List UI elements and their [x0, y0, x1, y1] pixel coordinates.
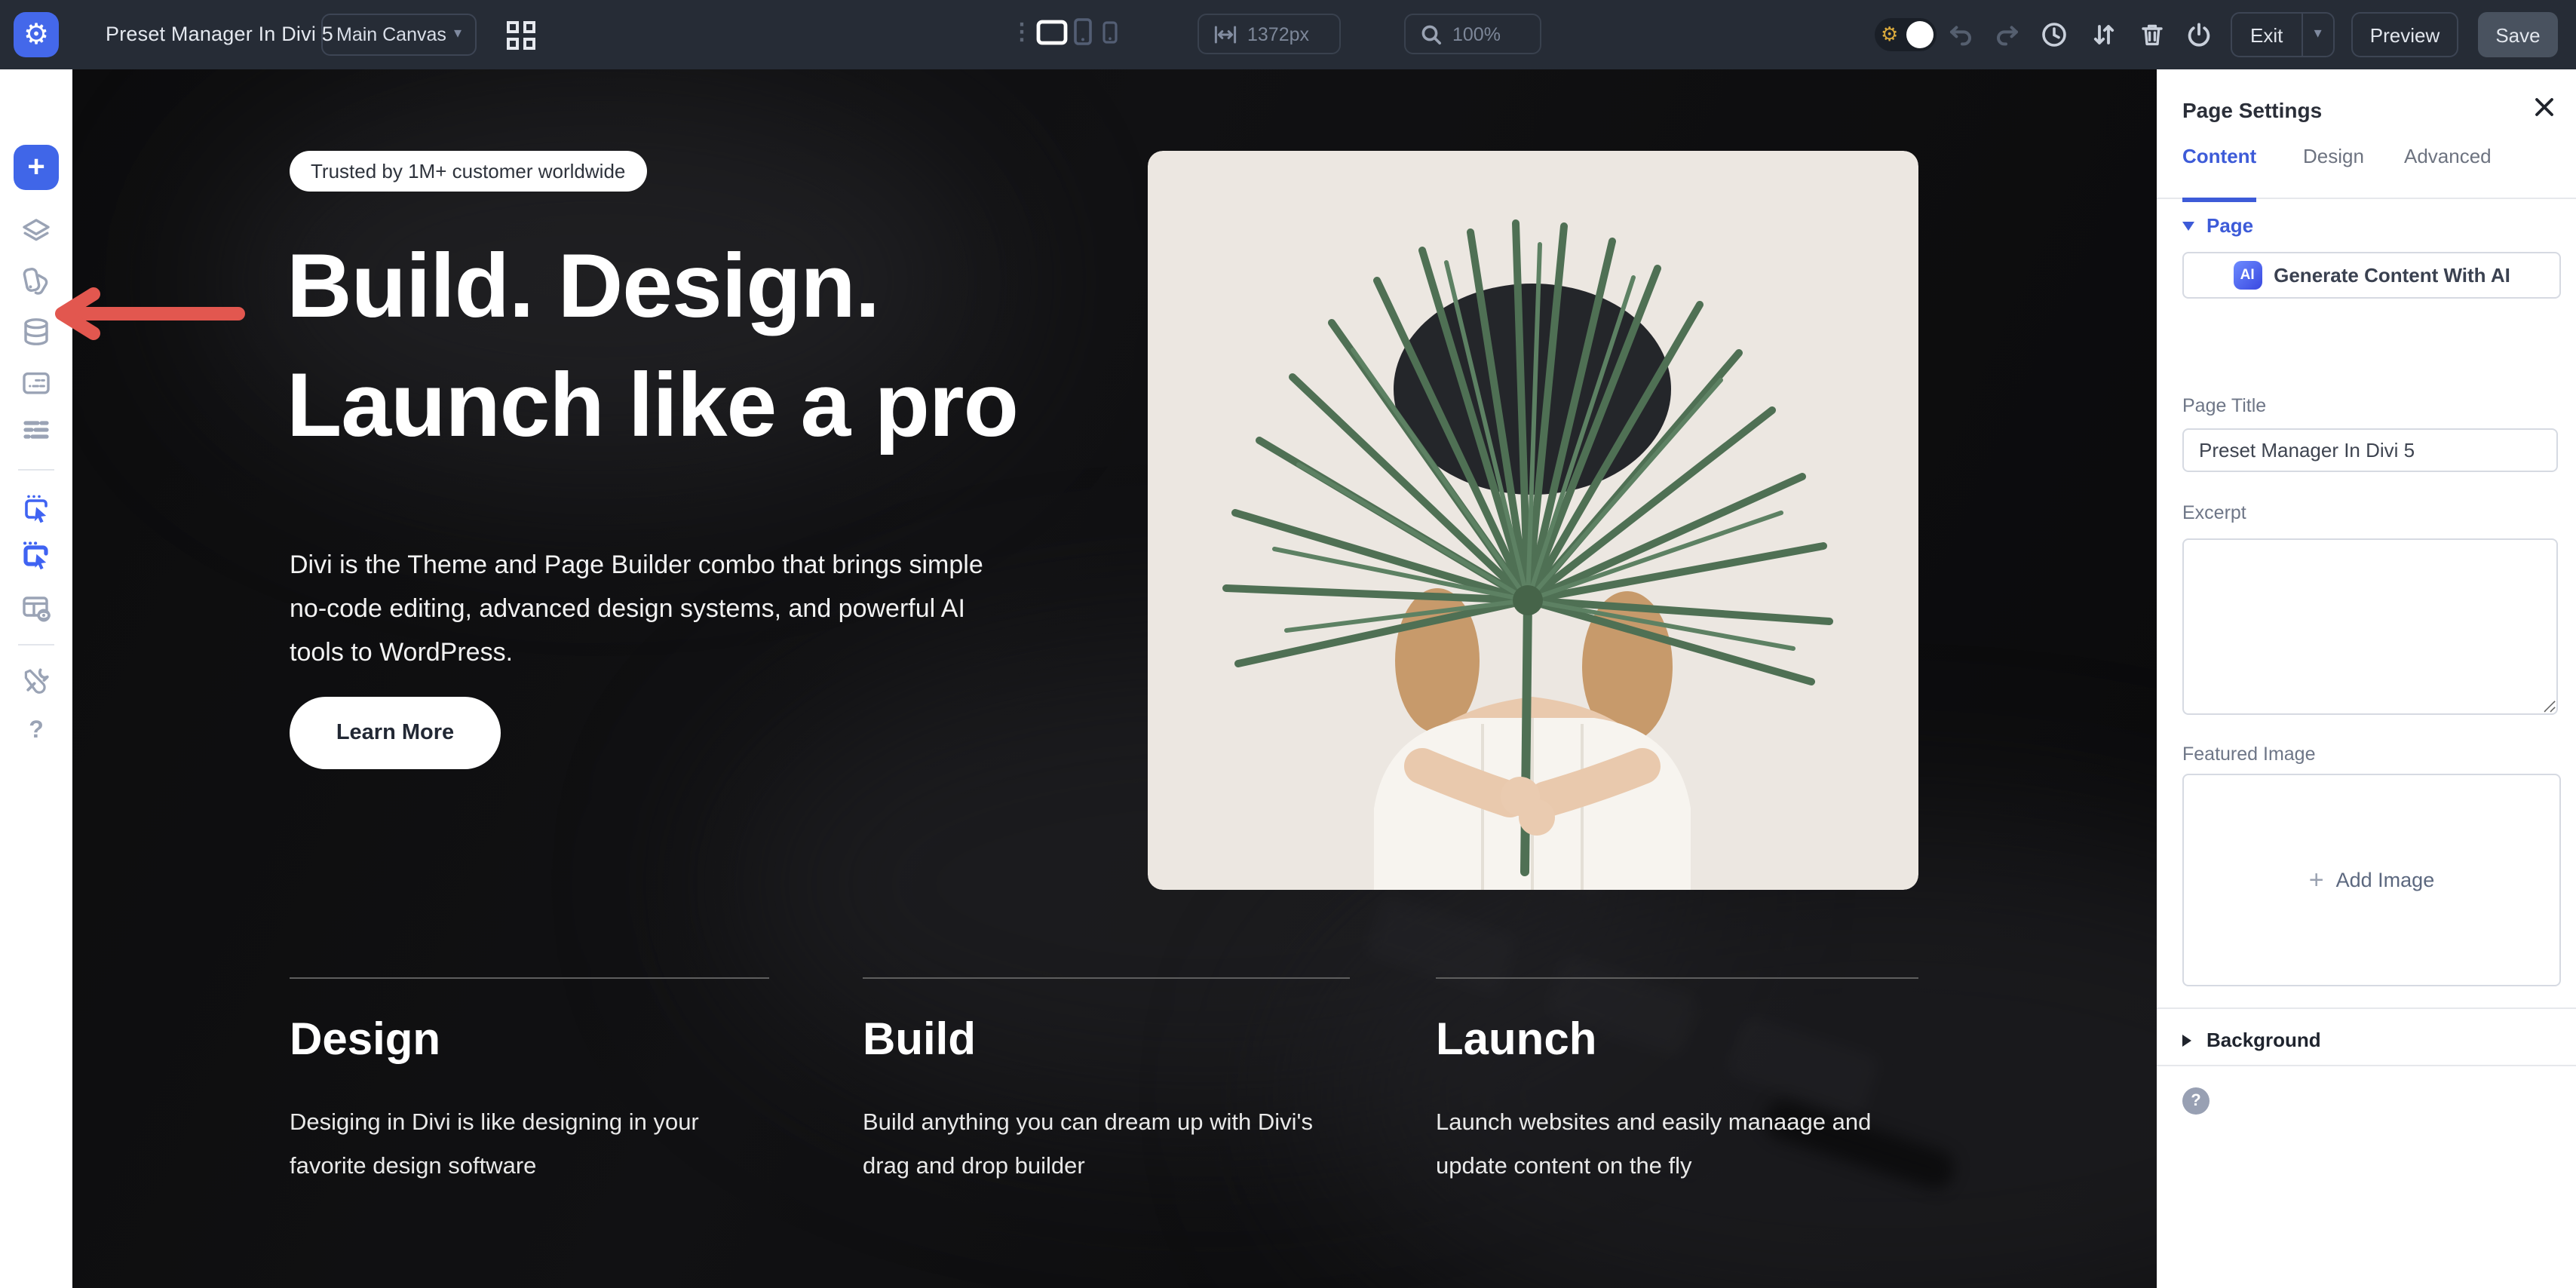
tablet-view-button[interactable] — [1074, 18, 1092, 45]
learn-more-button[interactable]: Learn More — [290, 697, 501, 769]
page-title-label: Page Title — [2182, 395, 2266, 416]
power-icon[interactable] — [2185, 21, 2213, 48]
panel-help-icon[interactable]: ? — [2182, 1087, 2210, 1115]
triangle-right-icon — [2182, 1034, 2191, 1046]
canvas-selector-value: Main Canvas — [336, 24, 446, 45]
page-settings-panel: Page Settings Content Design Advanced Pa… — [2157, 69, 2576, 1288]
exit-button[interactable]: Exit ▾ — [2231, 12, 2335, 57]
canvas-selector-dropdown[interactable]: Main Canvas ▾ — [321, 14, 477, 56]
zoom-level-input[interactable]: 100% — [1404, 14, 1541, 54]
magnifier-icon — [1421, 23, 1442, 44]
page-section-label: Page — [2206, 214, 2253, 237]
divi-builder-app: ⚙ Preset Manager In Divi 5 Main Canvas ▾… — [0, 0, 2576, 1288]
generate-content-ai-button[interactable]: AI Generate Content With AI — [2182, 252, 2561, 299]
gear-icon: ⚙ — [23, 20, 49, 49]
canvas-width-input[interactable]: 1372px — [1198, 14, 1341, 54]
feature-column: Build Build anything you can dream up wi… — [863, 977, 1350, 1189]
column-text: Build anything you can dream up with Div… — [863, 1102, 1350, 1189]
add-module-button[interactable]: + — [14, 145, 59, 190]
click-mode-icon[interactable] — [20, 492, 53, 525]
left-toolbar: + — [0, 69, 72, 1288]
exit-options-caret[interactable]: ▾ — [2301, 14, 2333, 56]
wireframe-rows-icon[interactable] — [20, 413, 53, 446]
page-title-input[interactable] — [2182, 428, 2558, 472]
panel-divider — [2157, 1065, 2576, 1066]
sidebar-divider — [18, 469, 54, 471]
chevron-down-icon: ▾ — [2314, 27, 2322, 42]
column-title: Launch — [1436, 1015, 1918, 1066]
tools-icon[interactable] — [20, 665, 53, 698]
plus-icon: + — [27, 152, 44, 182]
feature-column: Launch Launch websites and easily manaag… — [1436, 977, 1918, 1189]
layers-icon[interactable] — [20, 216, 53, 249]
tab-content[interactable]: Content — [2182, 145, 2256, 202]
page-canvas: Trusted by 1M+ customer worldwide Build.… — [72, 69, 2157, 1288]
column-text: Launch websites and easily manaage and u… — [1436, 1102, 1918, 1189]
top-toolbar: ⚙ Preset Manager In Divi 5 Main Canvas ▾… — [0, 0, 2576, 69]
width-arrows-icon — [1214, 25, 1237, 43]
desktop-view-button[interactable] — [1036, 20, 1068, 45]
hero-paragraph: Divi is the Theme and Page Builder combo… — [290, 543, 986, 675]
sun-gear-icon: ⚙ — [1881, 24, 1898, 45]
column-divider — [290, 977, 769, 979]
grid-view-icon[interactable] — [507, 21, 535, 50]
ai-badge-icon: AI — [2233, 261, 2262, 290]
triangle-down-icon — [2182, 221, 2194, 230]
interaction-mode-icon[interactable] — [20, 538, 53, 572]
add-image-dropzone[interactable]: + Add Image — [2182, 774, 2561, 986]
exit-button-label: Exit — [2232, 14, 2301, 56]
sidebar-divider — [18, 644, 54, 646]
history-clock-icon[interactable] — [2041, 21, 2068, 48]
preview-button[interactable]: Preview — [2351, 12, 2458, 57]
palm-leaf-woman-illustration — [1148, 151, 1918, 890]
column-title: Build — [863, 1015, 1350, 1066]
layout-visibility-icon[interactable] — [20, 591, 53, 624]
help-icon[interactable]: ? — [20, 715, 53, 748]
database-icon[interactable] — [20, 315, 53, 348]
feature-column: Design Desiging in Divi is like designin… — [290, 977, 769, 1189]
chevron-down-icon: ▾ — [454, 27, 462, 42]
builder-theme-toggle[interactable]: ⚙ — [1875, 18, 1937, 51]
column-divider — [863, 977, 1350, 979]
background-section-toggle[interactable]: Background — [2182, 1029, 2321, 1051]
sort-layers-icon[interactable] — [2090, 21, 2118, 48]
kebab-menu-icon[interactable]: ⋮ — [1010, 20, 1033, 47]
zoom-level-value: 100% — [1452, 23, 1501, 44]
panel-tabs: Content Design Advanced — [2157, 145, 2576, 199]
canvas-width-value: 1372px — [1247, 23, 1309, 44]
undo-button[interactable] — [1947, 21, 1974, 48]
preset-manager-icon[interactable] — [20, 366, 53, 400]
column-title: Design — [290, 1015, 769, 1066]
page-section-toggle[interactable]: Page — [2182, 214, 2253, 237]
featured-image-label: Featured Image — [2182, 744, 2316, 765]
trash-icon[interactable] — [2139, 21, 2166, 48]
tab-design[interactable]: Design — [2303, 145, 2364, 198]
save-button[interactable]: Save — [2478, 12, 2558, 57]
panel-divider — [2157, 1007, 2576, 1009]
redo-button[interactable] — [1994, 21, 2021, 48]
hero-image — [1148, 151, 1918, 890]
panel-title: Page Settings — [2182, 98, 2322, 122]
plus-icon: + — [2309, 865, 2324, 895]
excerpt-label: Excerpt — [2182, 502, 2246, 523]
column-text: Desiging in Divi is like designing in yo… — [290, 1102, 769, 1189]
trust-badge: Trusted by 1M+ customer worldwide — [290, 151, 646, 192]
add-image-label: Add Image — [2336, 869, 2435, 891]
document-title: Preset Manager In Divi 5 — [106, 23, 333, 45]
tab-advanced[interactable]: Advanced — [2404, 145, 2492, 198]
divi-logo-gear-button[interactable]: ⚙ — [14, 12, 59, 57]
excerpt-textarea[interactable] — [2182, 538, 2558, 715]
ai-button-label: Generate Content With AI — [2274, 264, 2510, 287]
background-section-label: Background — [2206, 1029, 2321, 1051]
toggle-knob — [1906, 21, 1934, 48]
close-icon[interactable] — [2531, 94, 2558, 121]
phone-view-button[interactable] — [1102, 21, 1118, 44]
design-swatches-icon[interactable] — [20, 264, 53, 297]
column-divider — [1436, 977, 1918, 979]
